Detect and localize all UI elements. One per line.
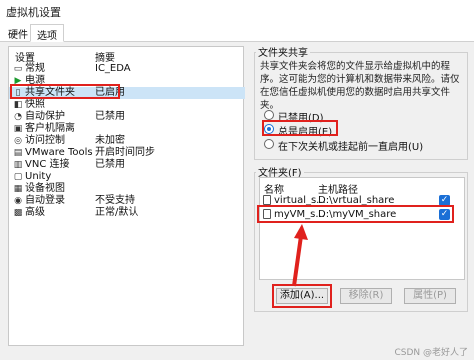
settings-row-snapshot[interactable]: ◧ 快照 bbox=[9, 99, 245, 111]
device-view-icon: ▦ bbox=[13, 184, 23, 194]
setting-name: 访问控制 bbox=[25, 135, 65, 146]
column-summary[interactable]: 摘要 bbox=[95, 49, 115, 64]
settings-row-unity[interactable]: ▢ Unity bbox=[9, 171, 245, 183]
watermark: CSDN @老好人了 bbox=[394, 348, 468, 358]
setting-summary: IC_EDA bbox=[95, 63, 131, 74]
settings-row-device-view[interactable]: ▦ 设备视图 bbox=[9, 183, 245, 195]
radio-button[interactable] bbox=[264, 139, 274, 149]
setting-name: 客户机隔离 bbox=[25, 123, 75, 134]
setting-summary: 不受支持 bbox=[95, 195, 135, 206]
setting-summary: 正常/默认 bbox=[95, 207, 139, 218]
settings-row-vmware-tools[interactable]: ▤ VMware Tools 开启时间同步 bbox=[9, 147, 245, 159]
radio-until-poweroff[interactable]: 在下次关机或挂起前一直启用(U) bbox=[264, 137, 464, 153]
setting-name: 快照 bbox=[25, 99, 45, 110]
folder-sharing-description: 共享文件夹会将您的文件显示给虚拟机中的程序。这可能为您的计算机和数据带来风险。请… bbox=[260, 61, 460, 111]
setting-name: 常规 bbox=[25, 63, 45, 74]
setting-name: 设备视图 bbox=[25, 183, 65, 194]
radio-button[interactable] bbox=[264, 110, 274, 120]
setting-summary: 已禁用 bbox=[95, 111, 125, 122]
general-icon: ▭ bbox=[13, 64, 23, 74]
remove-folder-button[interactable]: 移除(R) bbox=[340, 288, 392, 304]
annotation-highlight-myvm-row bbox=[257, 205, 454, 223]
settings-row-advanced[interactable]: ▩ 高级 正常/默认 bbox=[9, 207, 245, 219]
setting-name: 高级 bbox=[25, 207, 45, 218]
settings-row-access-control[interactable]: ◎ 访问控制 未加密 bbox=[9, 135, 245, 147]
advanced-icon: ▩ bbox=[13, 208, 23, 218]
settings-row-autologin[interactable]: ◉ 自动登录 不受支持 bbox=[9, 195, 245, 207]
setting-summary: 未加密 bbox=[95, 135, 125, 146]
setting-name: 自动保护 bbox=[25, 111, 65, 122]
title-bar: 虚拟机设置 bbox=[0, 0, 474, 22]
setting-name: VNC 连接 bbox=[25, 159, 70, 170]
annotation-highlight-always-enabled bbox=[262, 120, 338, 136]
annotation-arrow bbox=[292, 224, 308, 287]
autoprotect-icon: ◔ bbox=[14, 112, 22, 122]
settings-row-autoprotect[interactable]: ◔ 自动保护 已禁用 bbox=[9, 111, 245, 123]
folder-icon bbox=[263, 195, 271, 205]
setting-name: 自动登录 bbox=[25, 195, 65, 206]
access-control-icon: ◎ bbox=[14, 136, 22, 146]
tab-bar: 硬件 选项 bbox=[0, 22, 474, 42]
snapshot-icon: ◧ bbox=[13, 100, 23, 110]
unity-icon: ▢ bbox=[13, 172, 23, 182]
window-title: 虚拟机设置 bbox=[6, 6, 61, 19]
setting-name: Unity bbox=[25, 171, 52, 182]
vmware-tools-icon: ▤ bbox=[13, 148, 23, 158]
setting-summary: 已禁用 bbox=[95, 159, 125, 170]
annotation-highlight-shared-folder bbox=[10, 84, 120, 99]
settings-row-vnc[interactable]: ▥ VNC 连接 已禁用 bbox=[9, 159, 245, 171]
column-setting[interactable]: 设置 bbox=[15, 49, 35, 64]
radio-label: 在下次关机或挂起前一直启用(U) bbox=[278, 142, 424, 153]
setting-name: VMware Tools bbox=[25, 147, 93, 158]
settings-list-header: 设置 摘要 bbox=[9, 47, 243, 64]
setting-summary: 开启时间同步 bbox=[95, 147, 155, 158]
tab-options[interactable]: 选项 bbox=[30, 24, 64, 42]
vnc-icon: ▥ bbox=[13, 160, 23, 170]
settings-row-general[interactable]: ▭ 常规 IC_EDA bbox=[9, 63, 245, 75]
isolation-icon: ▣ bbox=[13, 124, 23, 134]
autologin-icon: ◉ bbox=[14, 196, 22, 206]
folder-sharing-title: 文件夹共享 bbox=[256, 44, 310, 59]
folder-properties-button[interactable]: 属性(P) bbox=[404, 288, 456, 304]
annotation-highlight-add-button bbox=[272, 284, 332, 308]
settings-row-isolation[interactable]: ▣ 客户机隔离 bbox=[9, 123, 245, 135]
